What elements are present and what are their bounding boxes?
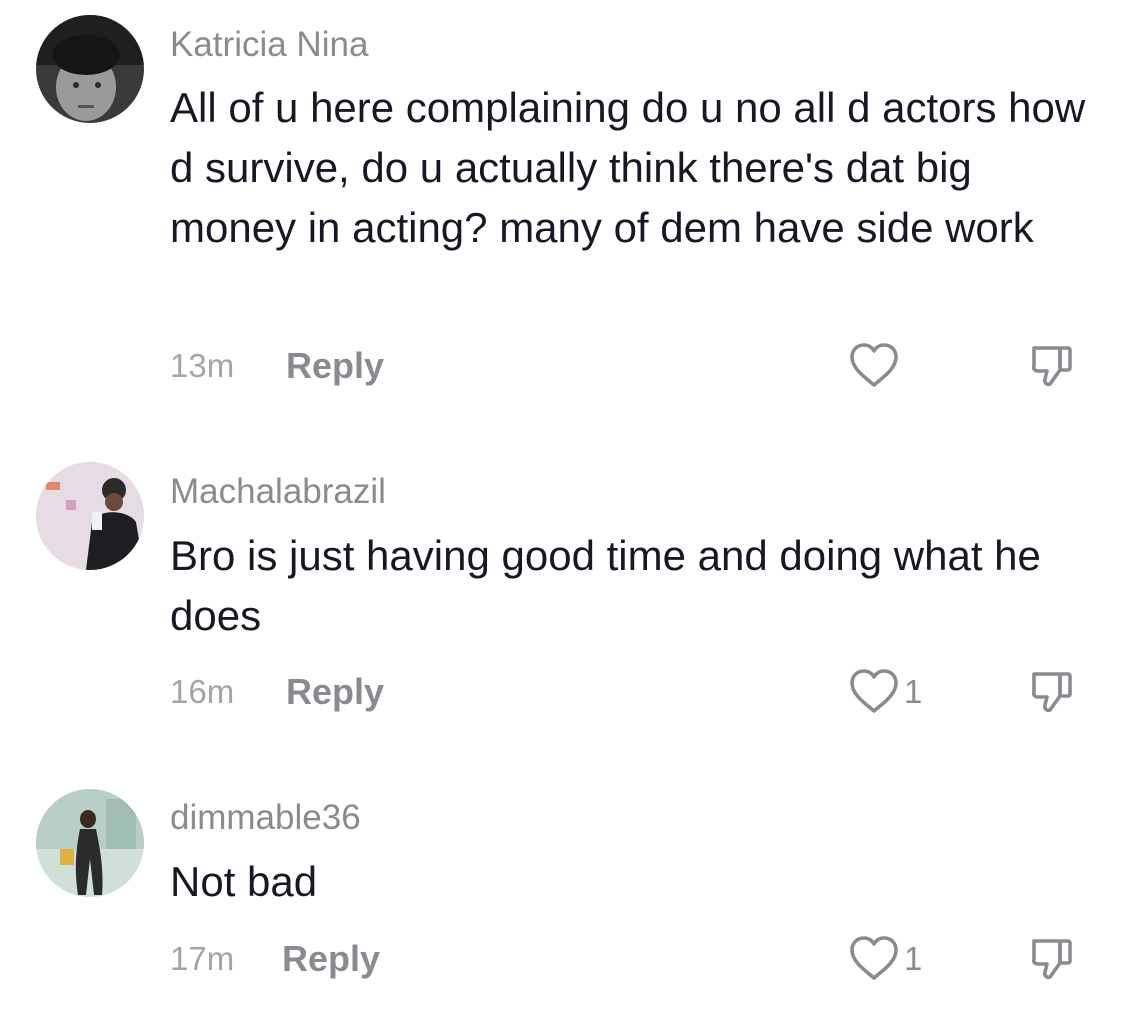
avatar[interactable] (36, 462, 144, 570)
comment-meta: 16m Reply (170, 668, 384, 716)
comment-username[interactable]: dimmable36 (170, 798, 361, 838)
comment-text: Not bad (170, 858, 318, 905)
like-count: 1 (904, 673, 923, 710)
comment-meta: 17m Reply (170, 935, 380, 983)
comment-timestamp: 17m (170, 940, 235, 977)
thumbs-down-icon (1031, 672, 1072, 713)
dislike-button[interactable] (1028, 342, 1076, 390)
reply-button[interactable]: Reply (286, 345, 384, 387)
heart-outline-icon (850, 343, 898, 387)
comment-text: All of u here complaining do u no all d … (170, 84, 1086, 251)
like-count: 1 (904, 940, 923, 977)
heart-outline-icon (850, 936, 898, 980)
avatar[interactable] (36, 15, 144, 123)
avatar-photo-icon (36, 462, 144, 570)
reply-button[interactable]: Reply (282, 938, 380, 980)
reply-button[interactable]: Reply (286, 671, 384, 713)
comment-timestamp: 16m (170, 673, 235, 710)
heart-outline-icon (850, 669, 898, 713)
comment-timestamp: 13m (170, 347, 235, 384)
thumbs-down-icon (1031, 346, 1072, 387)
dislike-button[interactable] (1028, 668, 1076, 716)
avatar-photo-icon (36, 789, 144, 897)
comment-username[interactable]: Katricia Nina (170, 25, 368, 65)
like-button[interactable]: 1 (848, 935, 922, 983)
dislike-button[interactable] (1028, 935, 1076, 983)
comment-meta: 13m Reply (170, 342, 384, 390)
avatar-photo-icon (36, 15, 144, 123)
comment-text: Bro is just having good time and doing w… (170, 532, 1041, 639)
like-button[interactable]: 1 (848, 668, 922, 716)
avatar[interactable] (36, 789, 144, 897)
comment-username[interactable]: Machalabrazil (170, 472, 386, 512)
thumbs-down-icon (1031, 939, 1072, 980)
like-button[interactable] (848, 342, 904, 390)
